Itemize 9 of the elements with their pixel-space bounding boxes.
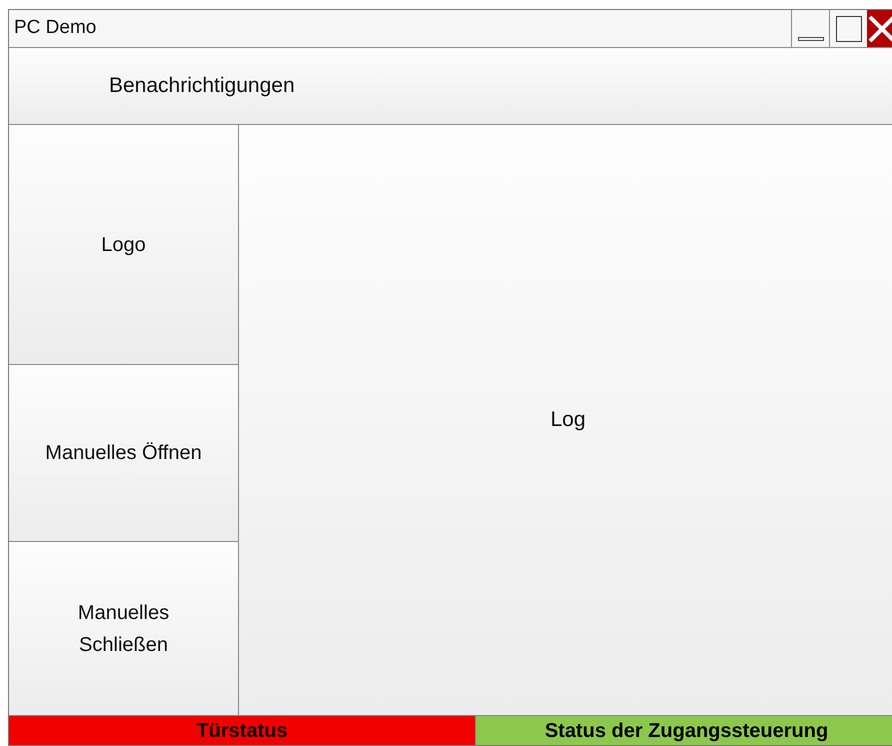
minimize-icon xyxy=(798,37,824,41)
status-indicator: Türstatus xyxy=(9,716,475,745)
close-button[interactable] xyxy=(867,10,892,47)
window-title: PC Demo xyxy=(13,16,98,40)
notifications-label: Benachrichtigungen xyxy=(109,73,295,100)
status-indicator: Status der Zugangssteuerung xyxy=(475,716,892,745)
maximize-icon xyxy=(836,16,862,42)
log-label: Log xyxy=(550,407,586,434)
logo-label: Logo xyxy=(101,232,146,258)
